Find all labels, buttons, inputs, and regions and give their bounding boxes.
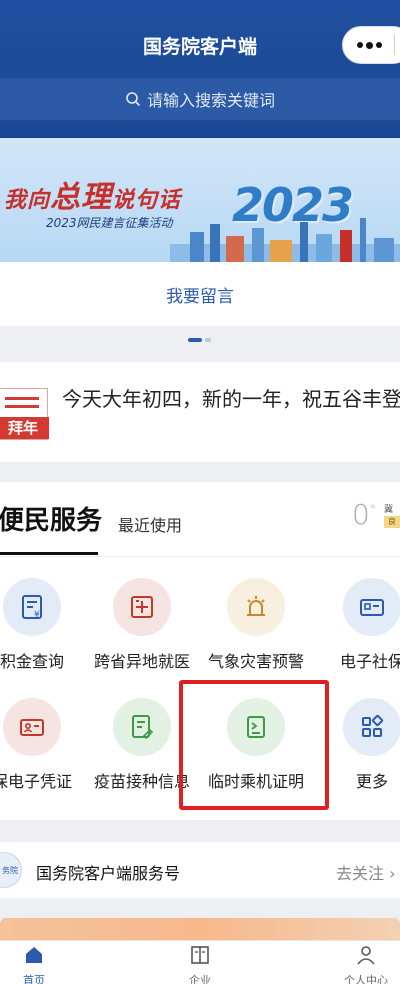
service-cross-province-medical[interactable]: 跨省异地就医 (82, 578, 202, 672)
weather-temperature[interactable]: 0° (352, 498, 376, 531)
highlight-annotation-box (179, 680, 329, 810)
page-title: 国务院客户端 (142, 36, 257, 58)
app-header: 国务院客户端 请输入搜索关键词 (0, 0, 400, 138)
new-year-greeting-icon: 拜年 (0, 388, 49, 440)
tab-label: 个人中心 (344, 974, 388, 984)
notice-text: 今天大年初四，新的一年，祝五谷丰登! (62, 387, 400, 411)
promo-banner[interactable]: 我向总理说句话 2023网民建言征集活动 2023 (0, 138, 400, 262)
id-card-icon (3, 698, 61, 756)
person-icon (357, 946, 375, 965)
tab-label: 首页 (23, 974, 45, 984)
building-icon (191, 946, 209, 964)
tab-recently-used[interactable]: 最近使用 (118, 512, 182, 536)
housing-fund-icon: ¥ (3, 578, 61, 636)
chevron-right-icon: › (389, 864, 396, 883)
tab-label: 企业 (189, 974, 211, 984)
follow-button[interactable]: 去关注 › (336, 860, 396, 884)
alarm-light-icon (227, 578, 285, 636)
home-icon (26, 947, 42, 963)
svg-text:¥: ¥ (34, 610, 40, 620)
service-weather-warning[interactable]: 气象灾害预警 (196, 578, 316, 672)
service-account-name: 国务院客户端服务号 (36, 864, 181, 883)
next-banner-peek (0, 918, 400, 940)
tab-enterprise[interactable]: 企业 (160, 944, 240, 984)
search-bar[interactable]: 请输入搜索关键词 (0, 78, 400, 120)
tab-convenience-services[interactable]: 便民服务 (0, 500, 102, 537)
banner-headline: 我向总理说句话 (4, 180, 182, 215)
divider (0, 556, 400, 557)
greeting-notice[interactable]: 拜年 今天大年初四，新的一年，祝五谷丰登! (0, 362, 400, 462)
service-label: 保电子凭证 (0, 772, 72, 791)
tab-personal-center[interactable]: 个人中心 (326, 944, 400, 984)
service-label: 跨省异地就医 (93, 652, 190, 671)
medical-icon (113, 578, 171, 636)
service-label: 电子社保 (339, 652, 400, 671)
bottom-tab-bar: 首页 企业 个人中心 (0, 940, 400, 984)
service-label: 气象灾害预警 (207, 652, 304, 671)
miniapp-capsule[interactable] (342, 26, 400, 64)
grid-more-icon (343, 698, 400, 756)
social-security-card-icon (343, 578, 400, 636)
tab-home[interactable]: 首页 (0, 944, 74, 984)
service-account-logo: 务院 (0, 852, 22, 888)
service-housing-fund-query[interactable]: ¥ 积金查询 (0, 578, 92, 672)
leave-message-button[interactable]: 我要留言 (0, 262, 400, 326)
city-skyline-illustration (170, 218, 400, 262)
more-dots-icon[interactable] (357, 41, 382, 49)
service-label: 积金查询 (0, 652, 64, 671)
service-medical-insurance-voucher[interactable]: 保电子凭证 (0, 698, 92, 792)
weather-aqi-badge: 良 (384, 516, 400, 528)
carousel-indicator (188, 338, 211, 342)
search-icon (126, 92, 140, 106)
vaccine-record-icon (113, 698, 171, 756)
leave-message-label: 我要留言 (166, 286, 234, 307)
capsule-divider (394, 35, 395, 55)
active-tab-indicator (0, 552, 98, 555)
service-account-row[interactable]: 务院 国务院客户端服务号 去关注 › (0, 842, 400, 898)
service-electronic-social-security[interactable]: 电子社保 (312, 578, 400, 672)
banner-subtitle: 2023网民建言征集活动 (46, 216, 173, 230)
search-input[interactable]: 请输入搜索关键词 (147, 87, 275, 111)
